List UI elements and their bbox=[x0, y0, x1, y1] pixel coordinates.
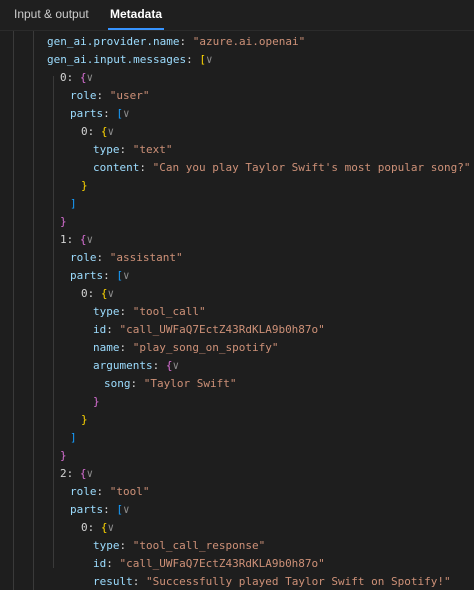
code-line: name: "play_song_on_spotify" bbox=[93, 341, 279, 354]
indent-guide bbox=[33, 31, 34, 590]
code-line: parts: [∨ bbox=[70, 107, 130, 120]
tab-metadata[interactable]: Metadata bbox=[107, 0, 165, 30]
chevron-down-icon[interactable]: ∨ bbox=[87, 467, 94, 480]
code-line: arguments: {∨ bbox=[93, 359, 180, 372]
code-line: 0: {∨ bbox=[60, 71, 94, 84]
tab-bar: Input & output Metadata bbox=[0, 0, 474, 31]
key: gen_ai.provider.name bbox=[47, 35, 180, 48]
code-line: type: "tool_call" bbox=[93, 305, 206, 318]
code-line: 2: {∨ bbox=[60, 467, 94, 480]
code-line: 0: {∨ bbox=[81, 521, 115, 534]
indent-guide bbox=[13, 31, 14, 590]
chevron-down-icon[interactable]: ∨ bbox=[108, 521, 115, 534]
code-line: 0: {∨ bbox=[81, 125, 115, 138]
code-line: gen_ai.provider.name: "azure.ai.openai" bbox=[47, 35, 306, 48]
index: 0 bbox=[60, 71, 67, 84]
code-line: parts: [∨ bbox=[70, 269, 130, 282]
json-viewer: gen_ai.provider.name: "azure.ai.openai" … bbox=[0, 31, 474, 590]
code-line: ] bbox=[70, 431, 77, 444]
code-line: parts: [∨ bbox=[70, 503, 130, 516]
chevron-down-icon[interactable]: ∨ bbox=[108, 125, 115, 138]
code-line: role: "user" bbox=[70, 89, 150, 102]
code-line: id: "call_UWFaQ7EctZ43RdKLA9b0h87o" bbox=[93, 557, 325, 570]
code-line: } bbox=[93, 395, 100, 408]
chevron-down-icon[interactable]: ∨ bbox=[123, 503, 130, 516]
code-line: result: "Successfully played Taylor Swif… bbox=[93, 575, 451, 588]
code-line: gen_ai.input.messages: [∨ bbox=[47, 53, 213, 66]
value: "azure.ai.openai" bbox=[192, 35, 306, 48]
indent-guide bbox=[53, 76, 54, 568]
code-line: 0: {∨ bbox=[81, 287, 115, 300]
code-line: type: "text" bbox=[93, 143, 173, 156]
code-line: 1: {∨ bbox=[60, 233, 94, 246]
chevron-down-icon[interactable]: ∨ bbox=[87, 233, 94, 246]
chevron-down-icon[interactable]: ∨ bbox=[206, 53, 213, 66]
code-line: role: "assistant" bbox=[70, 251, 183, 264]
value: "user" bbox=[109, 89, 150, 102]
code-line: ] bbox=[70, 197, 77, 210]
chevron-down-icon[interactable]: ∨ bbox=[87, 71, 94, 84]
code-line: role: "tool" bbox=[70, 485, 150, 498]
chevron-down-icon[interactable]: ∨ bbox=[172, 359, 179, 372]
chevron-down-icon[interactable]: ∨ bbox=[108, 287, 115, 300]
code-line: song: "Taylor Swift" bbox=[104, 377, 237, 390]
code-line: type: "tool_call_response" bbox=[93, 539, 266, 552]
chevron-down-icon[interactable]: ∨ bbox=[123, 269, 130, 282]
key: gen_ai.input.messages bbox=[47, 53, 187, 66]
tab-input-output[interactable]: Input & output bbox=[14, 0, 89, 30]
code-line: content: "Can you play Taylor Swift's mo… bbox=[93, 161, 471, 174]
code-line: } bbox=[81, 413, 88, 426]
code-line: } bbox=[81, 179, 88, 192]
code-line: id: "call_UWFaQ7EctZ43RdKLA9b0h87o" bbox=[93, 323, 325, 336]
chevron-down-icon[interactable]: ∨ bbox=[123, 107, 130, 120]
code-line: } bbox=[60, 449, 67, 462]
code-line: } bbox=[60, 215, 67, 228]
